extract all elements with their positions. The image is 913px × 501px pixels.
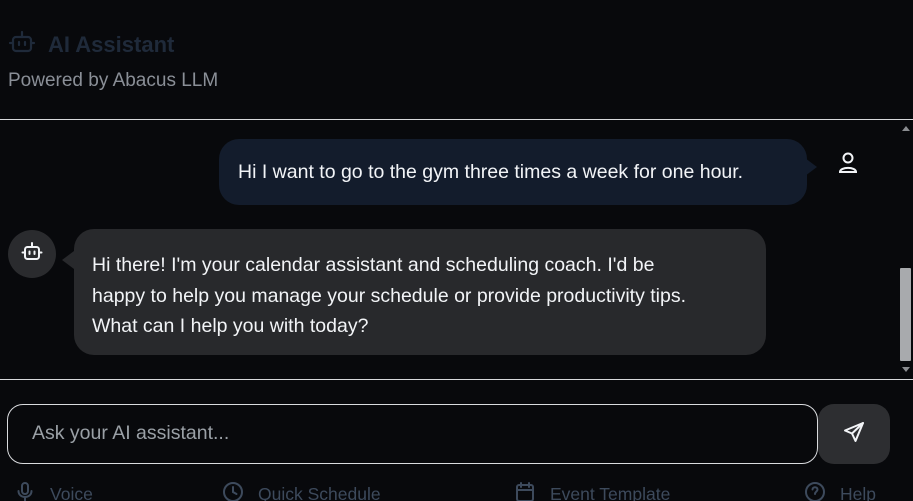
- send-icon: [842, 420, 866, 449]
- microphone-icon: [14, 481, 36, 501]
- calendar-icon: [514, 481, 536, 501]
- help-icon: [804, 481, 826, 501]
- message-input-container[interactable]: [7, 404, 818, 464]
- robot-icon: [21, 241, 43, 268]
- send-button[interactable]: [818, 404, 890, 464]
- event-template-label: Event Template: [550, 484, 671, 501]
- assistant-message-line: Hi there! I'm your calendar assistant an…: [92, 254, 655, 276]
- user-message-text: Hi I want to go to the gym three times a…: [238, 160, 744, 183]
- chat-header: AI Assistant Powered by Abacus LLM: [0, 0, 913, 120]
- assistant-bubble-tail: [62, 251, 74, 269]
- message-list[interactable]: Hi I want to go to the gym three times a…: [0, 120, 899, 379]
- user-bubble-tail: [805, 158, 817, 176]
- scrollbar-thumb[interactable]: [900, 268, 911, 361]
- voice-label: Voice: [50, 484, 93, 501]
- assistant-message-line: What can I help you with today?: [92, 315, 369, 337]
- assistant-message-line: happy to help you manage your schedule o…: [92, 284, 687, 307]
- user-message-bubble: Hi I want to go to the gym three times a…: [219, 139, 807, 205]
- page-subtitle: Powered by Abacus LLM: [8, 70, 219, 91]
- page-title: AI Assistant: [48, 31, 175, 57]
- divider-bottom: [0, 379, 913, 380]
- clock-icon: [222, 481, 244, 501]
- scroll-down-arrow-icon[interactable]: [902, 367, 910, 372]
- message-input[interactable]: [32, 405, 802, 462]
- scroll-up-arrow-icon[interactable]: [902, 126, 910, 131]
- help-button[interactable]: Help: [804, 481, 876, 501]
- voice-button[interactable]: Voice: [14, 481, 93, 501]
- quick-schedule-label: Quick Schedule: [258, 484, 381, 501]
- assistant-avatar: [8, 230, 56, 278]
- title-row: AI Assistant: [8, 28, 174, 61]
- assistant-message-bubble: Hi there! I'm your calendar assistant an…: [74, 229, 766, 355]
- chat-scrollbar[interactable]: [899, 120, 913, 379]
- help-label: Help: [840, 484, 876, 501]
- event-template-button[interactable]: Event Template: [514, 481, 670, 501]
- user-icon: [837, 151, 859, 175]
- quick-schedule-button[interactable]: Quick Schedule: [222, 481, 381, 501]
- robot-icon: [8, 28, 36, 61]
